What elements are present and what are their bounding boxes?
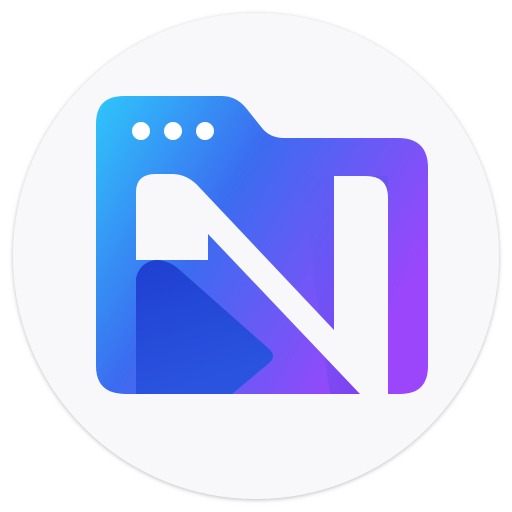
window-dot-2-icon (164, 122, 182, 140)
folder-n-app-icon (13, 13, 499, 499)
window-dot-1-icon (132, 122, 150, 140)
icon-canvas (0, 0, 512, 512)
window-dot-3-icon (196, 122, 214, 140)
